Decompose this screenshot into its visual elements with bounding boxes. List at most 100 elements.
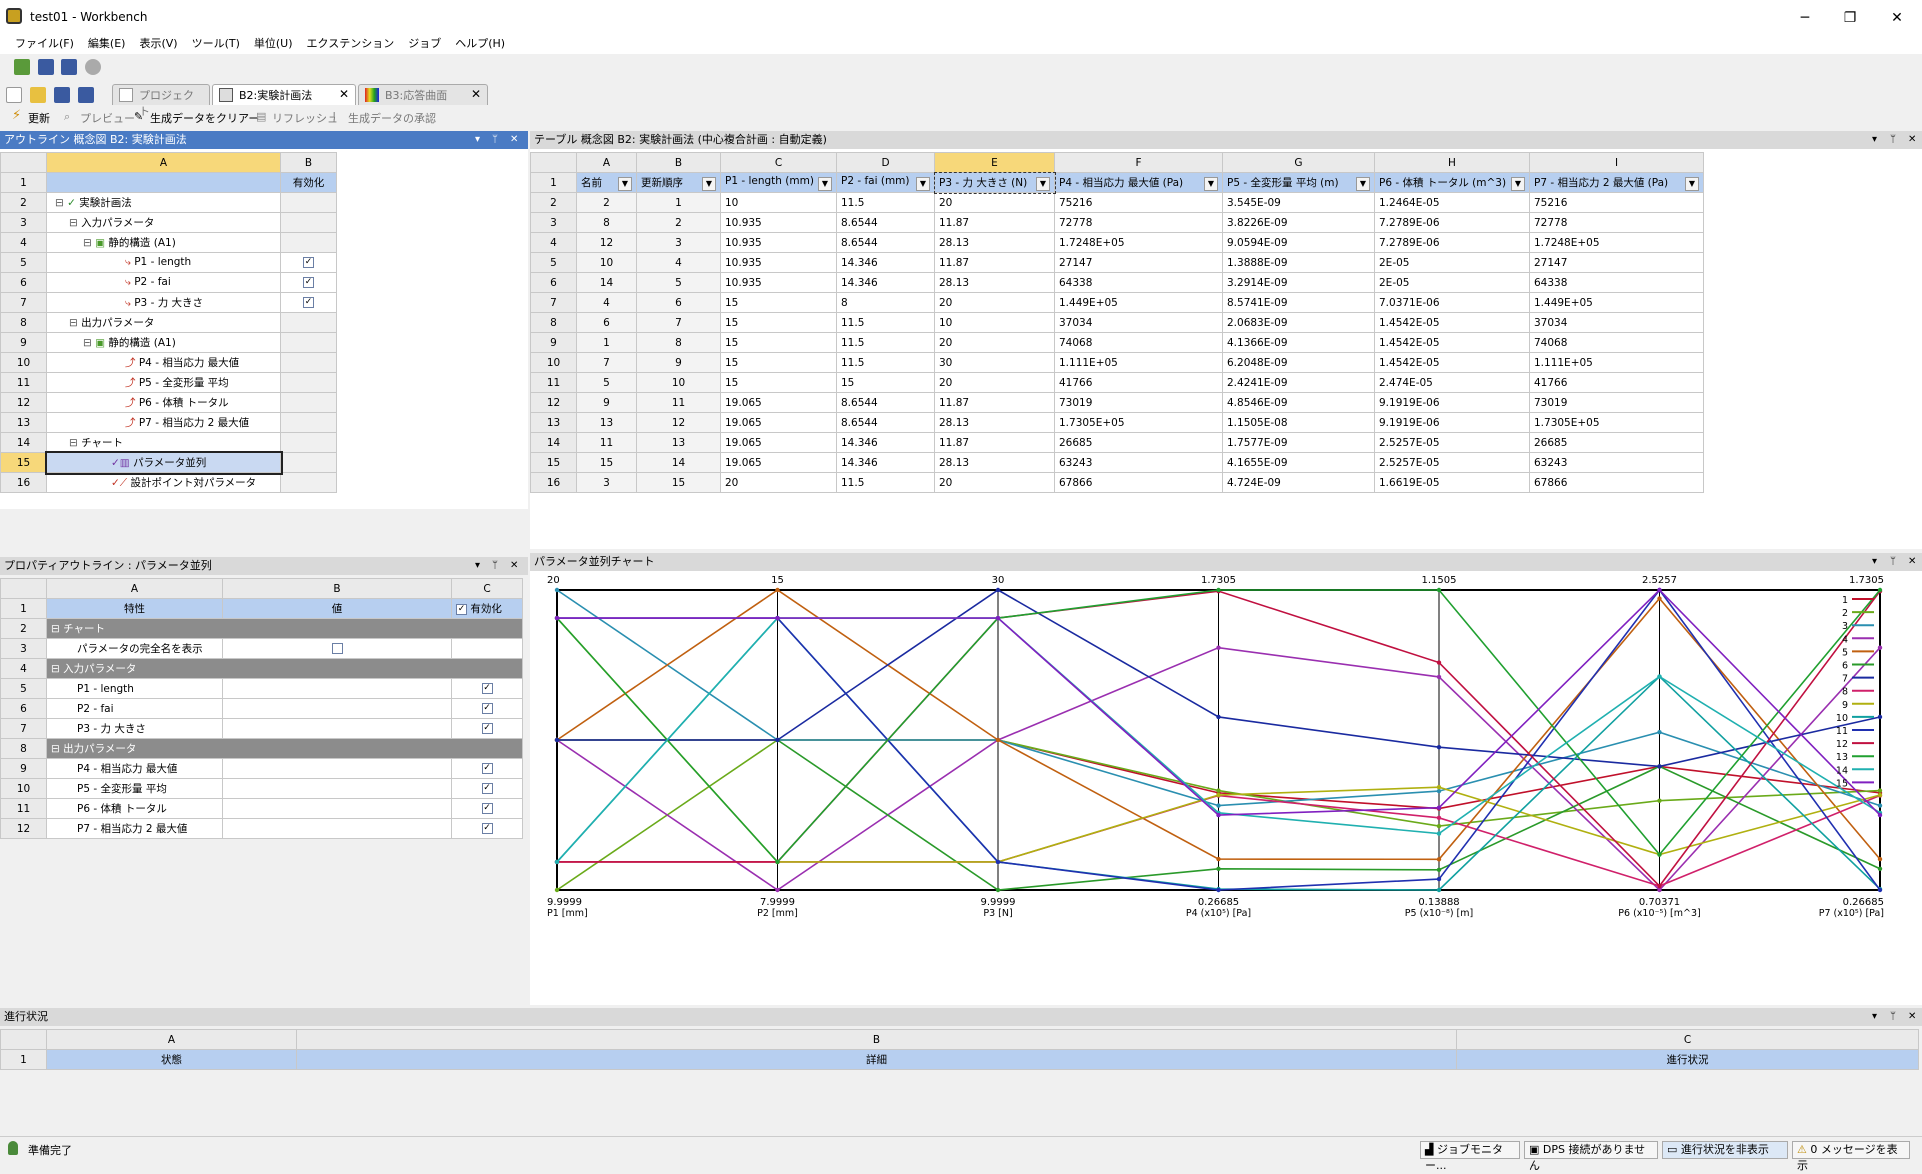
table-cell[interactable]: 12 <box>576 232 637 253</box>
property-row[interactable]: 8 ⊟ 出力パラメータ <box>0 738 523 759</box>
table-cell[interactable]: 2.4241E-09 <box>1222 372 1375 393</box>
column-header-c[interactable]: C <box>1456 1029 1919 1050</box>
table-cell[interactable]: 9 <box>636 352 721 373</box>
enable-cell[interactable] <box>280 352 337 373</box>
collapse-toggle-icon[interactable]: ⊟ <box>51 623 63 635</box>
outline-cell[interactable] <box>46 172 281 193</box>
table-cell[interactable]: 20 <box>934 332 1055 353</box>
table-cell[interactable]: 8.6544 <box>836 232 935 253</box>
table-cell[interactable]: 6 <box>636 292 721 313</box>
enable-cell[interactable] <box>280 192 337 213</box>
column-header[interactable]: E <box>934 152 1055 173</box>
collapse-toggle-icon[interactable]: ⊟ <box>51 743 63 755</box>
table-cell[interactable]: 7.2789E-06 <box>1374 212 1530 233</box>
table-cell[interactable]: 14 <box>576 272 637 293</box>
table-cell[interactable]: 12 <box>636 412 721 433</box>
refresh-button[interactable]: リフレッシュ <box>272 110 338 126</box>
table-cell[interactable]: 1.6619E-05 <box>1374 472 1530 493</box>
table-cell[interactable]: 9.0594E-09 <box>1222 232 1375 253</box>
table-cell[interactable]: 10.935 <box>720 252 837 273</box>
table-cell[interactable]: 6.2048E-09 <box>1222 352 1375 373</box>
table-cell[interactable]: 27147 <box>1054 252 1223 273</box>
property-value[interactable] <box>222 678 452 699</box>
dropdown-arrow-icon[interactable]: ▼ <box>1356 176 1370 191</box>
table-cell[interactable]: 15 <box>720 332 837 353</box>
property-value[interactable] <box>222 758 452 779</box>
clear-generated-data-button[interactable]: 生成データをクリアー <box>150 110 259 126</box>
table-cell[interactable]: 72778 <box>1529 212 1704 233</box>
pin-icon[interactable]: ᛘ <box>492 557 498 575</box>
table-cell[interactable]: 2 <box>576 192 637 213</box>
enable-cell[interactable] <box>280 232 337 253</box>
table-cell[interactable]: 11.87 <box>934 212 1055 233</box>
table-cell[interactable]: 15 <box>720 292 837 313</box>
table-cell[interactable]: 2.5257E-05 <box>1374 452 1530 473</box>
table-cell[interactable]: 6 <box>576 312 637 333</box>
table-cell[interactable]: 2.0683E-09 <box>1222 312 1375 333</box>
table-cell[interactable]: 30 <box>934 352 1055 373</box>
table-cell[interactable]: 2.5257E-05 <box>1374 432 1530 453</box>
panel-menu-icon[interactable]: ▾ <box>1872 553 1877 571</box>
outline-cell[interactable]: ⊟ ▣ 静的構造 (A1) <box>46 232 281 253</box>
table-cell[interactable]: 2 <box>636 212 721 233</box>
table-cell[interactable]: 19.065 <box>720 432 837 453</box>
enable-checkbox[interactable]: ✓ <box>303 257 314 268</box>
table-cell[interactable]: 28.13 <box>934 412 1055 433</box>
table-cell[interactable]: 3.2914E-09 <box>1222 272 1375 293</box>
enable-checkbox[interactable]: ✓ <box>481 723 493 734</box>
parameter-header[interactable]: P2 - fai (mm) ▼ <box>836 172 935 193</box>
property-value[interactable] <box>222 818 452 839</box>
enable-checkbox[interactable]: ✓ <box>481 763 493 774</box>
table-cell[interactable]: 74068 <box>1054 332 1223 353</box>
parameter-header[interactable]: P4 - 相当応力 最大値 (Pa) ▼ <box>1054 172 1223 193</box>
property-enable[interactable] <box>451 638 523 659</box>
table-cell[interactable]: 26685 <box>1054 432 1223 453</box>
table-cell[interactable]: 19.065 <box>720 392 837 413</box>
table-cell[interactable]: 3.8226E-09 <box>1222 212 1375 233</box>
table-row[interactable]: 3 8 2 10.935 8.6544 11.87 72778 3.8226E-09 7.278… <box>530 212 1704 233</box>
outline-cell[interactable]: ✓⟋ 設計ポイント対パラメータ <box>46 472 281 493</box>
save-all-icon[interactable] <box>37 59 54 75</box>
table-cell[interactable]: 64338 <box>1529 272 1704 293</box>
column-header[interactable]: C <box>720 152 837 173</box>
column-header-b[interactable]: B <box>280 152 337 173</box>
table-cell[interactable]: 1.4542E-05 <box>1374 352 1530 373</box>
outline-cell[interactable]: ⤷ P3 - 力 大きさ <box>46 292 281 313</box>
table-cell[interactable]: 15 <box>720 312 837 333</box>
parallel-coordinates-chart[interactable]: 209.9999P1 [mm]157.9999P2 [mm]309.9999P3… <box>530 573 1922 1005</box>
table-cell[interactable]: 20 <box>720 472 837 493</box>
outline-cell[interactable]: ⊟ 入力パラメータ <box>46 212 281 233</box>
panel-menu-icon[interactable]: ▾ <box>475 131 480 149</box>
table-cell[interactable]: 3.545E-09 <box>1222 192 1375 213</box>
property-section[interactable]: ⊟ 入力パラメータ <box>46 658 523 679</box>
table-cell[interactable]: 7 <box>636 312 721 333</box>
property-row[interactable]: 10 P5 - 全変形量 平均 ✓ <box>0 778 523 799</box>
table-cell[interactable]: 7.0371E-06 <box>1374 292 1530 313</box>
table-row[interactable]: 8 6 7 15 11.5 10 37034 2.0683E-09 1.4542E-05 3703… <box>530 312 1704 333</box>
outline-row[interactable]: 15 ✓▥ パラメータ並列 <box>0 450 337 475</box>
table-cell[interactable]: 19.065 <box>720 412 837 433</box>
property-row[interactable]: 5 P1 - length ✓ <box>0 678 523 699</box>
outline-cell[interactable]: ⤴ P5 - 全変形量 平均 <box>46 372 281 393</box>
table-cell[interactable]: 4 <box>636 252 721 273</box>
disabled-icon[interactable] <box>84 59 101 75</box>
menu-units[interactable]: 単位(U) <box>247 34 300 54</box>
menu-help[interactable]: ヘルプ(H) <box>448 34 512 54</box>
menu-jobs[interactable]: ジョブ <box>401 34 448 54</box>
enable-cell[interactable] <box>280 212 337 233</box>
table-cell[interactable]: 28.13 <box>934 272 1055 293</box>
property-row[interactable]: 2 ⊟ チャート <box>0 618 523 639</box>
enable-cell[interactable] <box>280 472 337 493</box>
table-cell[interactable]: 15 <box>576 452 637 473</box>
table-cell[interactable]: 8.5741E-09 <box>1222 292 1375 313</box>
table-cell[interactable]: 14 <box>636 452 721 473</box>
table-cell[interactable]: 3 <box>576 472 637 493</box>
property-row[interactable]: 11 P6 - 体積 トータル ✓ <box>0 798 523 819</box>
table-cell[interactable]: 1.111E+05 <box>1054 352 1223 373</box>
table-cell[interactable]: 37034 <box>1529 312 1704 333</box>
table-cell[interactable]: 20 <box>934 372 1055 393</box>
property-enable[interactable]: ✓ <box>451 818 523 839</box>
pin-icon[interactable]: ᛘ <box>492 131 498 149</box>
table-cell[interactable]: 1.449E+05 <box>1054 292 1223 313</box>
table-cell[interactable]: 1 <box>636 192 721 213</box>
